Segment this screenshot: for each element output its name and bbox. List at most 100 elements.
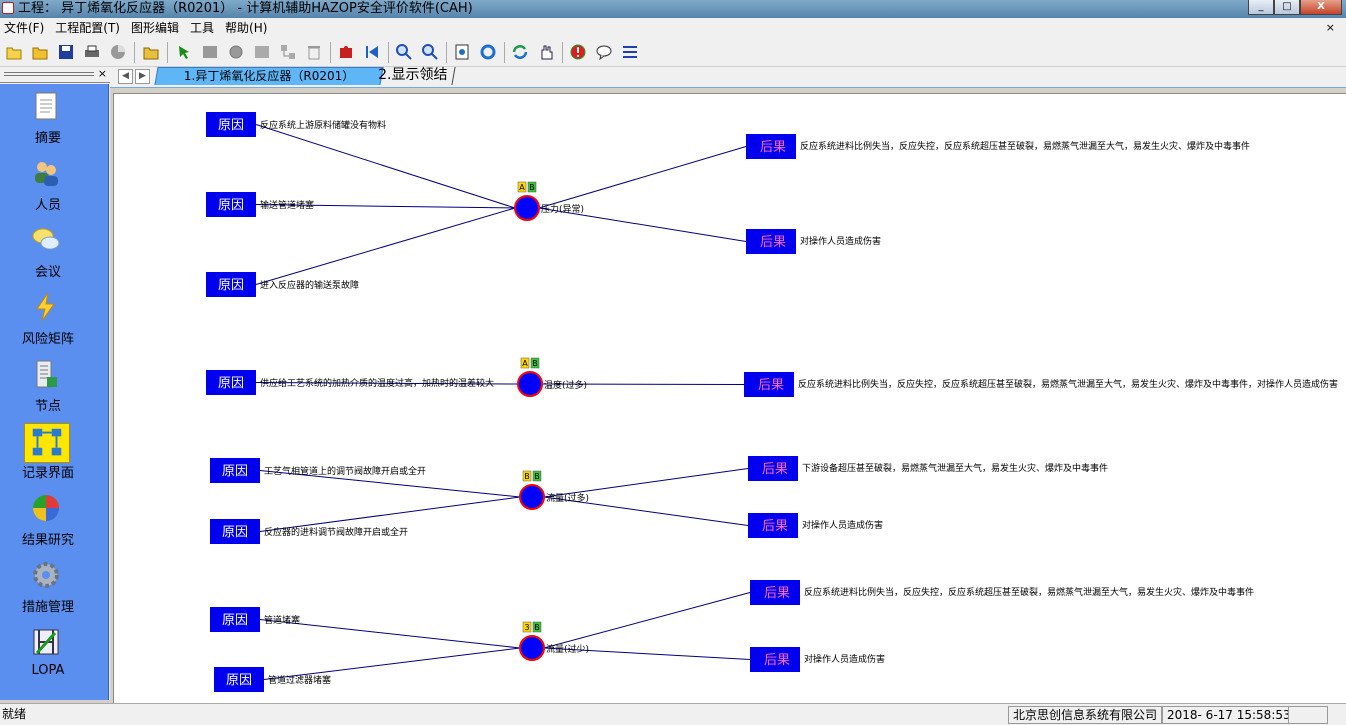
risk-badge-label: 3: [524, 623, 529, 632]
consequence-link-line: [538, 146, 747, 209]
cause-text: 进入反应器的输送泵故障: [260, 279, 359, 291]
minimize-button[interactable]: _: [1248, 0, 1274, 15]
risk-badge-label: B: [529, 183, 535, 192]
deviation-label: 流量(过少): [546, 643, 589, 655]
select-arrow-icon[interactable]: [176, 44, 192, 60]
cause-link-line: [255, 207, 516, 285]
consequence-text: 反应系统进料比例失当，反应失控，反应系统超压甚至破裂，易燃蒸气泄漏至大气，易发生…: [800, 140, 1250, 152]
cause-box-label: 原因: [222, 464, 248, 479]
square-icon[interactable]: [254, 44, 270, 60]
cause-text: 管道过滤器堵塞: [268, 674, 331, 686]
status-bar: 就绪 北京思创信息系统有限公司 2018- 6-17 15:58:53: [0, 703, 1346, 725]
bowtie-canvas[interactable]: 原因 反应系统上游原料储罐没有物料 原因 输送管道堵塞 原因 进入反应器的输送泵故障 后果反…: [113, 93, 1346, 703]
menu-help[interactable]: 帮助(H): [221, 18, 274, 38]
menu-graph-edit[interactable]: 图形编辑: [127, 18, 186, 38]
bowtie-graph[interactable]: 原因 反应系统上游原料储罐没有物料原因 输送管道堵塞原因 进入反应器的输送泵故障后果反…: [114, 94, 1346, 703]
pie-chart-icon: [33, 495, 59, 521]
status-text: 就绪: [2, 707, 27, 721]
consequence-box-label: 后果: [762, 519, 788, 534]
mdi-close-button[interactable]: ×: [1322, 18, 1342, 38]
title-bar: 工程： 异丁烯氧化反应器（R0201） - 计算机辅助HAZOP安全评价软件(C…: [0, 0, 1346, 18]
connector-icon[interactable]: [280, 44, 296, 60]
sidebar-item-label: 结果研究: [21, 533, 74, 548]
sidebar-item-label: 摘要: [34, 131, 61, 146]
cause-box-label: 原因: [218, 376, 244, 391]
menu-tools[interactable]: 工具: [186, 18, 221, 38]
sync-icon[interactable]: [512, 44, 528, 60]
deviation-node[interactable]: [514, 195, 540, 221]
alert-icon[interactable]: [570, 44, 586, 60]
consequence-link-line: [543, 592, 751, 649]
comment-icon[interactable]: [596, 44, 612, 60]
consequence-text: 对操作人员造成伤害: [800, 235, 881, 247]
consequence-box-label: 后果: [760, 235, 786, 250]
puzzle-icon[interactable]: [338, 44, 354, 60]
chart-icon[interactable]: [110, 44, 126, 60]
consequence-box-label: 后果: [760, 140, 786, 155]
refresh-icon[interactable]: [480, 44, 496, 60]
open-folder-icon[interactable]: [32, 44, 48, 60]
tab-next-button[interactable]: ▶: [135, 69, 150, 84]
print-icon[interactable]: [84, 44, 100, 60]
zoom-in-icon[interactable]: [396, 44, 412, 60]
risk-badge-label: B: [534, 472, 540, 481]
consequence-text: 对操作人员造成伤害: [802, 519, 883, 531]
sidebar-item-label: 会议: [34, 265, 61, 280]
sidebar-grip[interactable]: [4, 72, 94, 76]
deviation-label: 流量(过多): [546, 492, 589, 504]
circle-icon[interactable]: [228, 44, 244, 60]
list-icon[interactable]: [622, 44, 638, 60]
tab-reactor[interactable]: 1.异丁烯氧化反应器（R0201）: [154, 67, 384, 85]
cause-box-label: 原因: [222, 613, 248, 628]
risk-badge-label: A: [519, 183, 525, 192]
close-button[interactable]: X: [1300, 0, 1342, 15]
cause-box-label: 原因: [218, 118, 244, 133]
sidebar-close-button[interactable]: ×: [98, 67, 107, 81]
tab-bowtie[interactable]: 2.显示领结: [370, 67, 456, 85]
cause-link-line: [263, 647, 521, 680]
flowchart-icon: [24, 423, 70, 463]
deviation-node[interactable]: [517, 371, 543, 397]
menu-file[interactable]: 文件(F): [0, 18, 51, 38]
zoom-out-icon[interactable]: [422, 44, 438, 60]
consequence-box-label: 后果: [764, 653, 790, 668]
people-icon: [35, 162, 58, 186]
sidebar-item-label: LOPA: [31, 663, 65, 678]
rectangle-icon[interactable]: [202, 44, 218, 60]
tab-prev-button[interactable]: ◀: [118, 69, 133, 84]
lopa-icon: [33, 629, 59, 655]
lightning-icon: [36, 292, 55, 322]
consequence-text: 反应系统进料比例失当，反应失控，反应系统超压甚至破裂，易燃蒸气泄漏至大气，易发生…: [804, 586, 1254, 598]
sidebar-header: ×: [0, 67, 110, 83]
sidebar-item-label: 风险矩阵: [21, 332, 74, 347]
deviation-node[interactable]: [519, 635, 545, 661]
menu-bar: 文件(F) 工程配置(T) 图形编辑 工具 帮助(H) ×: [0, 18, 1346, 38]
consequence-text: 反应系统进料比例失当，反应失控，反应系统超压甚至破裂，易燃蒸气泄漏至大气，易发生…: [798, 378, 1338, 390]
delete-icon[interactable]: [306, 44, 322, 60]
sidebar: × 摘要 人员 会议 风险矩阵 节点 记录界面 结果研究 措施管理 LOPA: [0, 67, 110, 700]
window-title: 工程： 异丁烯氧化反应器（R0201） - 计算机辅助HAZOP安全评价软件(C…: [18, 1, 473, 16]
cause-text: 反应器的进料调节阀故障开启或全开: [264, 526, 408, 538]
cause-box-label: 原因: [226, 673, 252, 688]
status-company: 北京思创信息系统有限公司: [1008, 706, 1163, 724]
save-icon[interactable]: [58, 44, 74, 60]
cause-link-line: [259, 496, 521, 532]
maximize-button[interactable]: □: [1274, 0, 1300, 15]
consequence-box-label: 后果: [758, 378, 784, 393]
status-pane-empty: [1288, 706, 1328, 724]
fit-page-icon[interactable]: [454, 44, 470, 60]
hand-pan-icon[interactable]: [538, 44, 554, 60]
deviation-node[interactable]: [519, 484, 545, 510]
gear-icon: [33, 562, 59, 588]
sidebar-item-label: 节点: [34, 399, 61, 414]
sidebar-panel: 摘要 人员 会议 风险矩阵 节点 记录界面 结果研究 措施管理 LOPA: [0, 84, 109, 700]
risk-badge-label: B: [532, 359, 538, 368]
cause-text: 供应给工艺系统的加热介质的温度过高，加热时的温差较大: [260, 377, 494, 389]
deviation-label: 温度(过多): [544, 379, 587, 391]
folder-icon[interactable]: [143, 44, 159, 60]
first-page-icon[interactable]: [364, 44, 380, 60]
risk-badge-label: B: [534, 623, 540, 632]
toolbar: [0, 38, 1346, 67]
new-icon[interactable]: [6, 44, 22, 60]
menu-project-config[interactable]: 工程配置(T): [51, 18, 127, 38]
